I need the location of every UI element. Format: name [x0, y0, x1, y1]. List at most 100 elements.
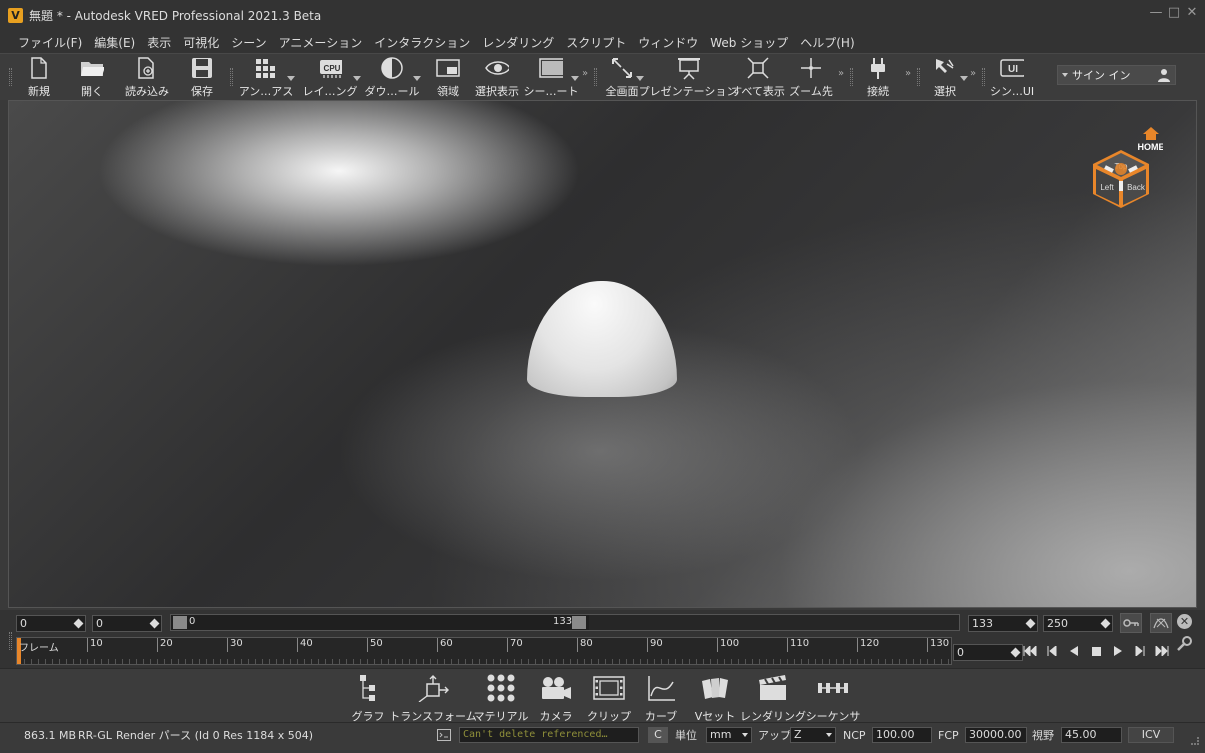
navigation-cube[interactable]: HOME Top Left Back	[1083, 119, 1165, 219]
menu-rendering[interactable]: レンダリング	[476, 34, 560, 51]
antialias-dropdown-icon[interactable]	[287, 76, 295, 81]
toolbar-grip[interactable]	[982, 68, 985, 86]
menu-script[interactable]: スクリプト	[560, 34, 632, 51]
connect-button[interactable]: 接続	[864, 54, 892, 100]
skip-to-start-icon[interactable]	[1022, 643, 1038, 659]
toolbar-overflow-icon[interactable]: »	[905, 68, 911, 79]
raytracing-dropdown-icon[interactable]	[353, 76, 361, 81]
toolbar-grip[interactable]	[230, 68, 233, 86]
select-button[interactable]: 選択	[930, 54, 960, 100]
minimize-icon[interactable]: —	[1149, 6, 1163, 20]
end-frame-field[interactable]: 133	[968, 615, 1038, 632]
module-rendering-button[interactable]: レンダリング	[740, 673, 806, 724]
toolbar-overflow-icon[interactable]: »	[838, 68, 844, 79]
scene-ui-button[interactable]: UI シン…UI	[990, 54, 1034, 100]
new-button[interactable]: 新規	[24, 54, 54, 100]
icv-button[interactable]: ICV	[1128, 727, 1174, 743]
menu-scene[interactable]: シーン	[225, 34, 272, 51]
fullscreen-dropdown-icon[interactable]	[636, 76, 644, 81]
menu-interaction[interactable]: インタラクション	[368, 34, 476, 51]
menu-edit[interactable]: 編集(E)	[88, 34, 141, 51]
playback-frame-field[interactable]: 0	[953, 644, 1023, 661]
start-frame-field[interactable]: 0	[16, 615, 86, 632]
terminal-icon[interactable]	[437, 729, 451, 744]
menu-file[interactable]: ファイル(F)	[12, 34, 88, 51]
module-material-button[interactable]: マテリアル	[474, 673, 528, 724]
close-icon[interactable]: ✕	[1185, 6, 1199, 20]
module-vset-button[interactable]: Vセット	[695, 673, 735, 724]
module-curve-button[interactable]: カーブ	[643, 673, 679, 724]
toolbar-overflow-icon[interactable]: »	[582, 68, 588, 79]
key-icon[interactable]	[1120, 613, 1142, 633]
presentation-button[interactable]: プレゼンテーション	[639, 54, 737, 100]
menu-visualization[interactable]: 可視化	[177, 34, 225, 51]
region-button[interactable]: 領域	[434, 54, 462, 100]
ruler-minor-tick	[836, 659, 837, 664]
save-button[interactable]: 保存	[188, 54, 216, 100]
view-cube-icon[interactable]: Top Left Back	[1093, 150, 1149, 208]
range-slider[interactable]: 0 133	[170, 614, 960, 631]
fov-field[interactable]: 45.00	[1061, 727, 1122, 743]
maximize-icon[interactable]: □	[1167, 6, 1181, 20]
scene-plate-button[interactable]: シー…ート	[524, 54, 579, 100]
ruler-minor-tick	[80, 659, 81, 664]
import-button[interactable]: 読み込み	[122, 54, 172, 100]
render-viewport[interactable]: HOME Top Left Back	[8, 100, 1197, 608]
download-button[interactable]: ダウ…ール	[365, 54, 420, 100]
scene-plate-dropdown-icon[interactable]	[571, 76, 579, 81]
skip-to-end-icon[interactable]	[1154, 643, 1170, 659]
download-dropdown-icon[interactable]	[413, 76, 421, 81]
toolbar-overflow-icon[interactable]: »	[970, 68, 976, 79]
timeline-ruler[interactable]: フレーム 10 20 30 40 50 60 70 80 90 100 110 120 130	[16, 637, 952, 665]
stepper-icon	[149, 618, 160, 629]
step-back-icon[interactable]	[1044, 643, 1060, 659]
toolbar-grip[interactable]	[917, 68, 920, 86]
menu-window[interactable]: ウィンドウ	[632, 34, 704, 51]
menu-view[interactable]: 表示	[141, 34, 177, 51]
hemisphere-object[interactable]	[527, 281, 677, 397]
ncp-field[interactable]: 100.00	[872, 727, 932, 743]
toolbar-grip[interactable]	[850, 68, 853, 86]
raytracing-button[interactable]: CPU レイ…ング	[303, 54, 358, 100]
show-selected-button[interactable]: 選択表示	[471, 54, 523, 100]
module-graph-button[interactable]: グラフ	[350, 673, 386, 724]
signin-dropdown[interactable]: サイン イン	[1057, 65, 1176, 85]
open-button[interactable]: 開く	[77, 54, 107, 100]
ruler-minor-tick	[920, 659, 921, 664]
ruler-tick-label: 80	[577, 638, 593, 652]
zoom-to-button[interactable]: ズーム先	[789, 54, 833, 100]
range-end-handle[interactable]	[572, 616, 586, 629]
message-field[interactable]: Can't delete referenced…	[459, 727, 639, 743]
toolbar-grip[interactable]	[594, 68, 597, 86]
module-clip-button[interactable]: クリップ	[587, 673, 631, 724]
play-icon[interactable]	[1110, 643, 1126, 659]
module-sequencer-button[interactable]: シーケンサ	[806, 673, 860, 724]
close-timeline-icon[interactable]: ✕	[1177, 614, 1192, 629]
menu-webshop[interactable]: Web ショップ	[704, 34, 794, 51]
step-forward-icon[interactable]	[1132, 643, 1148, 659]
toolbar-grip[interactable]	[9, 68, 12, 86]
range-start-handle[interactable]	[173, 616, 187, 629]
stop-icon[interactable]	[1088, 643, 1104, 659]
resize-grip-icon[interactable]	[1191, 737, 1199, 745]
play-reverse-icon[interactable]	[1066, 643, 1082, 659]
current-frame-field[interactable]: 0	[92, 615, 162, 632]
antialiasing-button[interactable]: アン…アス	[239, 54, 293, 100]
menu-animation[interactable]: アニメーション	[273, 34, 369, 51]
home-icon[interactable]: HOME	[1138, 127, 1165, 152]
ruler-minor-tick	[626, 659, 627, 664]
select-dropdown-icon[interactable]	[960, 76, 968, 81]
wrench-icon[interactable]	[1176, 636, 1192, 655]
ruler-minor-tick	[787, 659, 788, 664]
fcp-field[interactable]: 30000.00	[965, 727, 1027, 743]
curve-key-icon[interactable]	[1150, 613, 1172, 633]
clear-message-button[interactable]: C	[648, 727, 668, 743]
module-camera-button[interactable]: カメラ	[538, 673, 574, 724]
total-frames-field[interactable]: 250	[1043, 615, 1113, 632]
show-all-button[interactable]: すべて表示	[731, 54, 785, 100]
timeline-grip[interactable]	[9, 632, 12, 650]
unit-select[interactable]: mm	[706, 727, 752, 743]
menu-help[interactable]: ヘルプ(H)	[794, 34, 860, 51]
up-axis-select[interactable]: Z	[790, 727, 836, 743]
module-transform-button[interactable]: トランスフォーム	[389, 673, 477, 724]
